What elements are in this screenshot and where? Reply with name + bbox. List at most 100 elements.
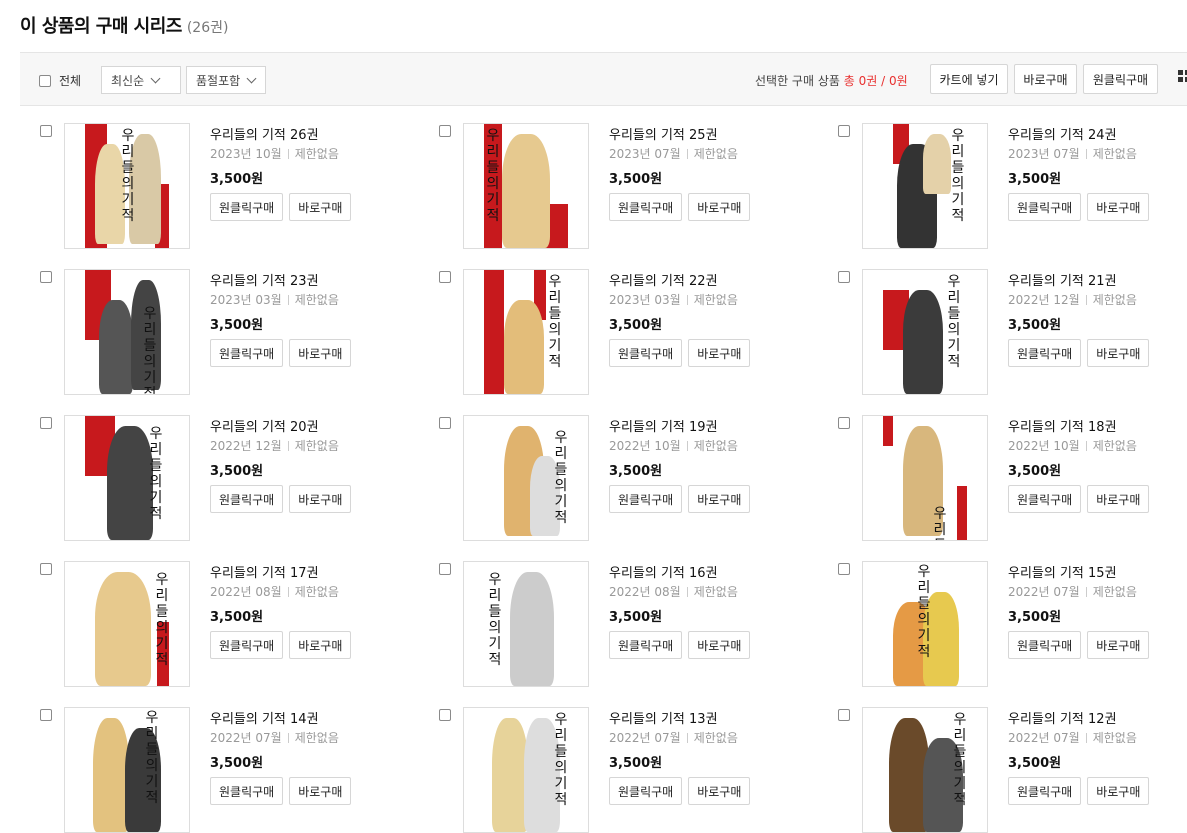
buy-now-button[interactable]: 바로구매: [289, 777, 352, 805]
cover-title: 우리들의 기적: [917, 564, 931, 660]
one-click-buy-button[interactable]: 원클릭구매: [1008, 193, 1082, 221]
one-click-buy-button[interactable]: 원클릭구매: [609, 777, 683, 805]
item-title[interactable]: 우리들의 기적 18권: [1008, 416, 1137, 435]
item-title[interactable]: 우리들의 기적 16권: [609, 562, 738, 581]
stock-filter-dropdown[interactable]: 품절포함: [186, 66, 266, 94]
item-checkbox[interactable]: [40, 709, 52, 721]
buy-now-button[interactable]: 바로구매: [688, 485, 751, 513]
book-cover[interactable]: 우리들의 기적: [463, 707, 589, 833]
item-title[interactable]: 우리들의 기적 22권: [609, 270, 738, 289]
item-checkbox[interactable]: [838, 709, 850, 721]
buy-now-button[interactable]: 바로구매: [1087, 339, 1150, 367]
item-checkbox[interactable]: [40, 563, 52, 575]
one-click-buy-button[interactable]: 원클릭구매: [1008, 339, 1082, 367]
book-cover[interactable]: 우리들의 기적: [64, 123, 190, 249]
item-checkbox[interactable]: [439, 709, 451, 721]
one-click-buy-button[interactable]: 원클릭구매: [210, 193, 284, 221]
buy-now-button[interactable]: 바로구매: [688, 339, 751, 367]
select-all[interactable]: 전체: [39, 72, 81, 89]
one-click-buy-button[interactable]: 원클릭구매: [210, 339, 284, 367]
list-item: 우리들의 기적 우리들의 기적 18권 2022년 10월 제한없음 3,500…: [838, 415, 1187, 541]
item-checkbox[interactable]: [838, 125, 850, 137]
book-cover[interactable]: 우리들의 기적: [862, 707, 988, 833]
one-click-buy-button[interactable]: 원클릭구매: [210, 777, 284, 805]
cover-illustration: 우리들의 기적: [883, 708, 967, 832]
book-cover[interactable]: 우리들의 기적: [64, 269, 190, 395]
buy-now-button[interactable]: 바로구매: [289, 339, 352, 367]
book-cover[interactable]: 우리들의 기적: [64, 561, 190, 687]
buy-now-button[interactable]: 바로구매: [688, 631, 751, 659]
item-title[interactable]: 우리들의 기적 12권: [1008, 708, 1137, 727]
item-limit: 제한없음: [1092, 293, 1137, 307]
item-checkbox[interactable]: [40, 125, 52, 137]
item-title[interactable]: 우리들의 기적 25권: [609, 124, 738, 143]
book-cover[interactable]: 우리들의 기적: [64, 415, 190, 541]
item-date: 2023년 03월: [609, 293, 681, 307]
buy-now-button[interactable]: 바로구매: [289, 193, 352, 221]
book-cover[interactable]: 우리들의 기적: [463, 561, 589, 687]
item-actions: 원클릭구매 바로구매: [1008, 193, 1150, 221]
item-title[interactable]: 우리들의 기적 23권: [210, 270, 339, 289]
item-checkbox[interactable]: [439, 271, 451, 283]
one-click-buy-button[interactable]: 원클릭구매: [609, 339, 683, 367]
buy-now-selected-button[interactable]: 바로구매: [1014, 64, 1077, 94]
book-cover[interactable]: 우리들의 기적: [64, 707, 190, 833]
one-click-buy-button[interactable]: 원클릭구매: [1008, 777, 1082, 805]
select-all-checkbox[interactable]: [39, 74, 51, 87]
buy-now-button[interactable]: 바로구매: [1087, 777, 1150, 805]
one-click-buy-button[interactable]: 원클릭구매: [609, 485, 683, 513]
item-title[interactable]: 우리들의 기적 19권: [609, 416, 738, 435]
cover-illustration: 우리들의 기적: [883, 562, 967, 686]
one-click-buy-button[interactable]: 원클릭구매: [609, 193, 683, 221]
item-actions: 원클릭구매 바로구매: [1008, 777, 1150, 805]
item-checkbox[interactable]: [838, 271, 850, 283]
book-cover[interactable]: 우리들의 기적: [463, 415, 589, 541]
item-checkbox[interactable]: [439, 563, 451, 575]
item-title[interactable]: 우리들의 기적 24권: [1008, 124, 1137, 143]
item-checkbox[interactable]: [838, 563, 850, 575]
item-checkbox[interactable]: [838, 417, 850, 429]
meta-divider: [1085, 294, 1087, 305]
buy-now-button[interactable]: 바로구매: [289, 631, 352, 659]
item-checkbox[interactable]: [439, 125, 451, 137]
one-click-buy-button[interactable]: 원클릭구매: [210, 485, 284, 513]
buy-now-button[interactable]: 바로구매: [1087, 631, 1150, 659]
item-title[interactable]: 우리들의 기적 26권: [210, 124, 339, 143]
book-cover[interactable]: 우리들의 기적: [463, 269, 589, 395]
item-date: 2023년 07월: [609, 147, 681, 161]
buy-now-button[interactable]: 바로구매: [688, 193, 751, 221]
add-to-cart-button[interactable]: 카트에 넣기: [930, 64, 1008, 94]
meta-divider: [1085, 440, 1087, 451]
one-click-buy-button[interactable]: 원클릭구매: [1008, 485, 1082, 513]
item-title[interactable]: 우리들의 기적 17권: [210, 562, 339, 581]
item-checkbox[interactable]: [40, 271, 52, 283]
one-click-buy-button[interactable]: 원클릭구매: [210, 631, 284, 659]
book-cover[interactable]: 우리들의 기적: [463, 123, 589, 249]
buy-now-button[interactable]: 바로구매: [688, 777, 751, 805]
item-limit: 제한없음: [1092, 585, 1137, 599]
one-click-buy-button[interactable]: 원클릭구매: [1008, 631, 1082, 659]
item-title[interactable]: 우리들의 기적 21권: [1008, 270, 1137, 289]
book-cover[interactable]: 우리들의 기적: [862, 269, 988, 395]
buy-now-button[interactable]: 바로구매: [1087, 193, 1150, 221]
meta-divider: [686, 440, 688, 451]
grid-view-icon[interactable]: [1178, 70, 1187, 82]
item-info: 우리들의 기적 12권 2022년 07월 제한없음 3,500원 원클릭구매 …: [1008, 707, 1150, 805]
sort-dropdown[interactable]: 최신순: [101, 66, 181, 94]
one-click-buy-button[interactable]: 원클릭구매: [609, 631, 683, 659]
item-checkbox[interactable]: [40, 417, 52, 429]
item-title[interactable]: 우리들의 기적 20권: [210, 416, 339, 435]
item-title[interactable]: 우리들의 기적 13권: [609, 708, 738, 727]
one-click-selected-button[interactable]: 원클릭구매: [1083, 64, 1158, 94]
buy-now-button[interactable]: 바로구매: [1087, 485, 1150, 513]
cover-illustration: 우리들의 기적: [484, 270, 568, 394]
meta-divider: [287, 294, 289, 305]
item-limit: 제한없음: [294, 731, 339, 745]
item-checkbox[interactable]: [439, 417, 451, 429]
book-cover[interactable]: 우리들의 기적: [862, 123, 988, 249]
book-cover[interactable]: 우리들의 기적: [862, 415, 988, 541]
item-title[interactable]: 우리들의 기적 15권: [1008, 562, 1137, 581]
item-title[interactable]: 우리들의 기적 14권: [210, 708, 339, 727]
book-cover[interactable]: 우리들의 기적: [862, 561, 988, 687]
buy-now-button[interactable]: 바로구매: [289, 485, 352, 513]
